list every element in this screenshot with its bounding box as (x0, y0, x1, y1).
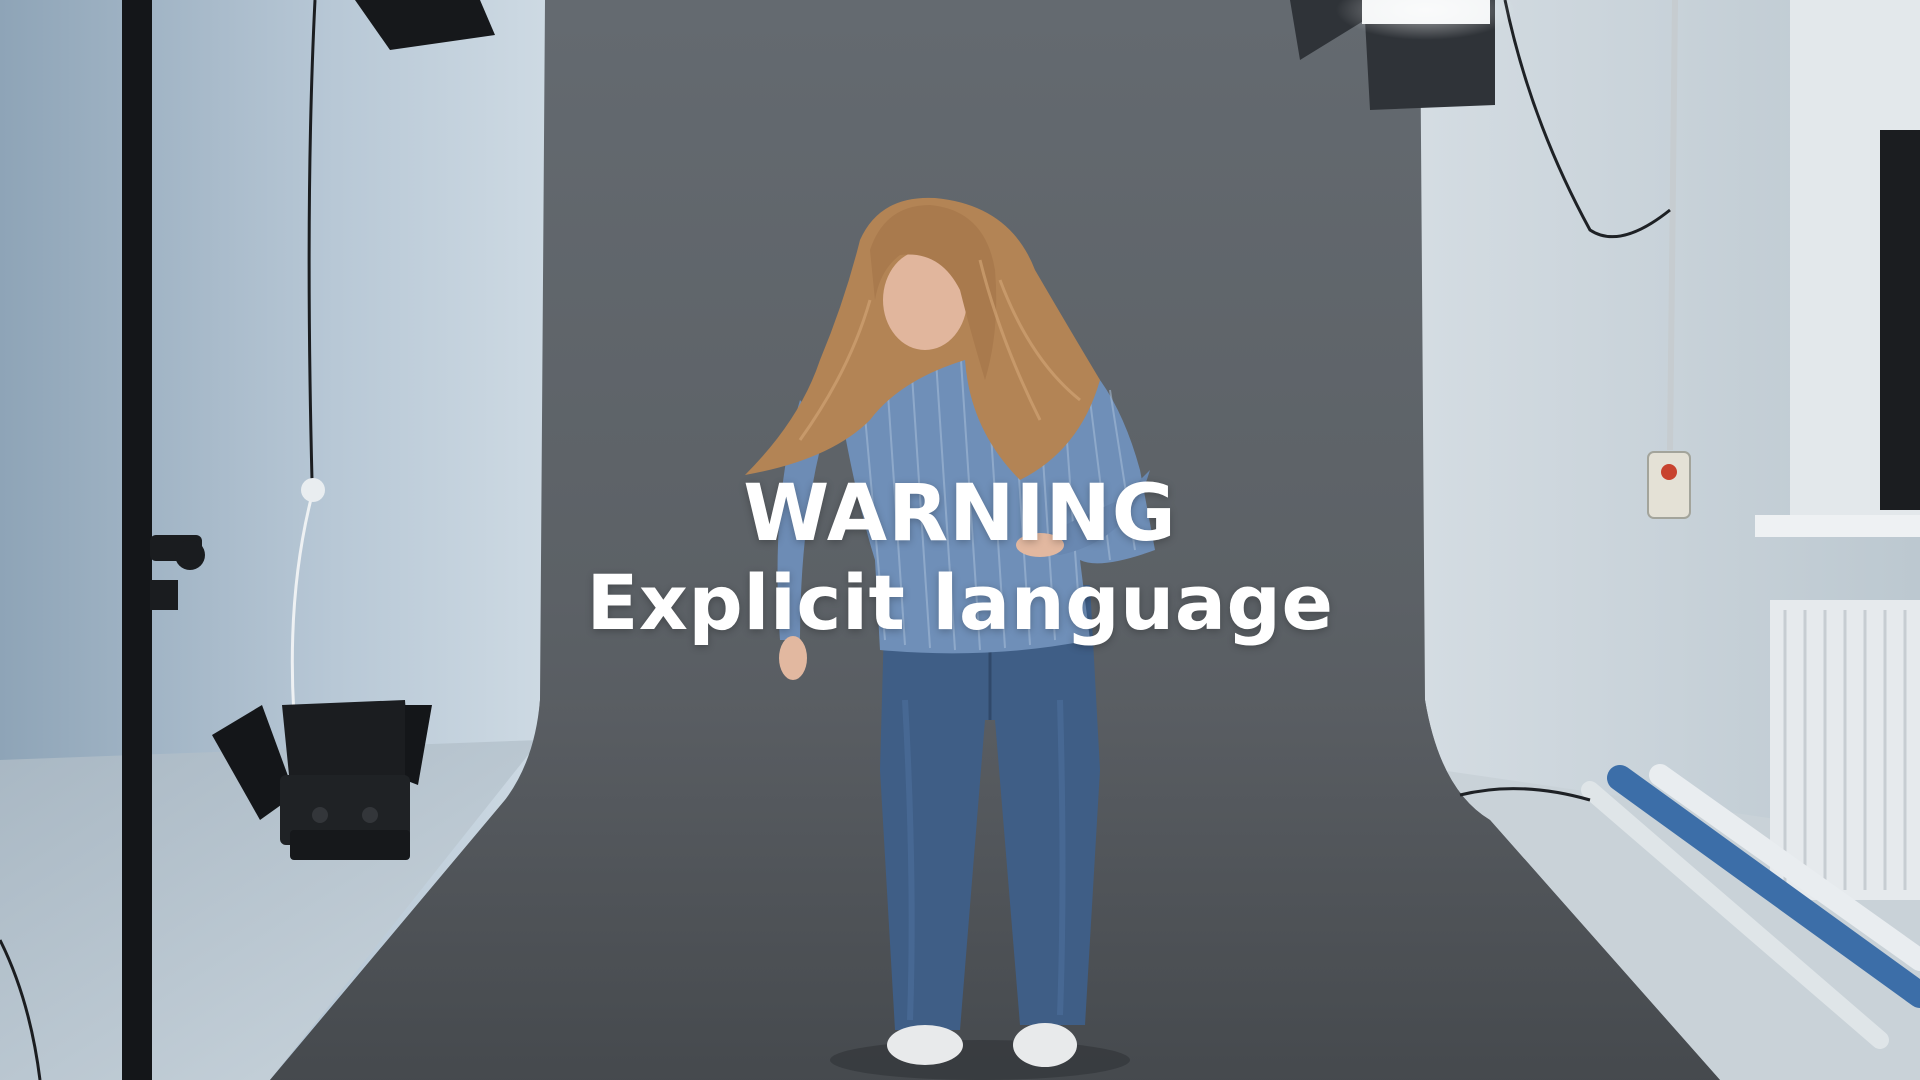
video-frame: WARNING Explicit language (0, 0, 1920, 1080)
dark-curtain (1880, 130, 1920, 510)
right-sneaker (1013, 1023, 1077, 1067)
warning-title: WARNING (743, 469, 1177, 559)
content-warning-overlay: WARNING Explicit language (0, 470, 1920, 648)
warning-subtitle: Explicit language (586, 558, 1334, 647)
left-sneaker (887, 1025, 963, 1065)
person-shadow (830, 1040, 1130, 1080)
